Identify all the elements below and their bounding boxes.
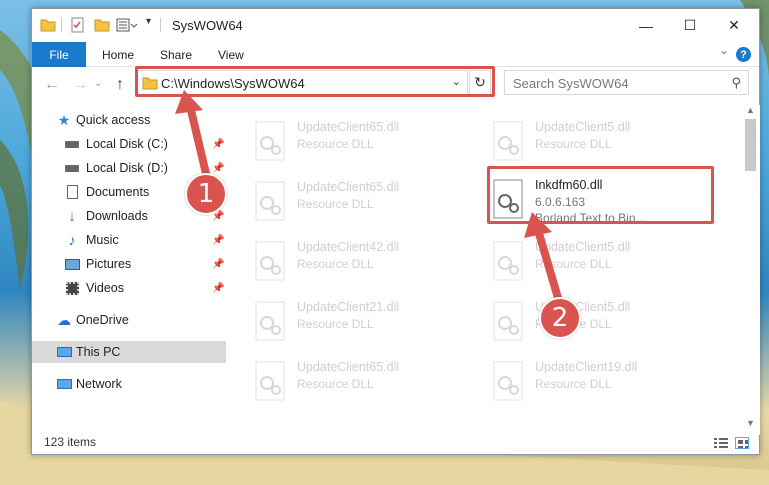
dll-file-icon: [255, 301, 285, 341]
step-badge-2: 2: [539, 297, 581, 339]
file-item[interactable]: UpdateClient21.dll Resource DLL: [253, 297, 483, 347]
sidebar-item-label: Local Disk (D:): [86, 161, 168, 175]
step-badge-1: 1: [185, 173, 227, 215]
recent-dropdown-icon[interactable]: ⌄: [94, 78, 102, 89]
sidebar-item-label: Pictures: [86, 257, 132, 271]
drive-icon: [64, 137, 80, 151]
file-name: UpdateClient42.dll: [297, 240, 400, 254]
file-type: Resource DLL: [535, 377, 612, 391]
search-input[interactable]: Search SysWOW64 ⚲: [504, 70, 749, 95]
search-icon: ⚲: [731, 75, 741, 90]
status-bar: 123 items: [32, 431, 759, 455]
tab-file[interactable]: File: [32, 42, 86, 67]
sidebar-item-onedrive[interactable]: ☁ OneDrive: [32, 309, 226, 331]
sidebar-item-label: Music: [86, 233, 119, 247]
dll-file-icon: [255, 121, 285, 161]
maximize-button[interactable]: ☐: [668, 9, 712, 42]
qa-dropdown-icon[interactable]: ▾: [146, 16, 151, 27]
file-name: UpdateClient19.dll: [535, 360, 638, 374]
dll-file-icon: [255, 361, 285, 401]
star-icon: ★: [57, 111, 71, 128]
details-view-icon[interactable]: [714, 437, 728, 449]
dll-file-icon: [255, 241, 285, 281]
tiles-view-icon[interactable]: [735, 437, 749, 449]
sidebar-item-music[interactable]: ♪ Music 📌: [32, 229, 226, 251]
dll-file-icon: [255, 181, 285, 221]
dll-file-icon: [493, 361, 523, 401]
music-icon: ♪: [68, 232, 76, 248]
file-item[interactable]: UpdateClient65.dll Resource DLL: [253, 177, 483, 227]
new-folder-icon[interactable]: [94, 17, 110, 33]
pin-icon[interactable]: 📌: [212, 283, 224, 294]
pin-icon[interactable]: 📌: [212, 259, 224, 270]
file-name: UpdateClient65.dll: [297, 360, 400, 374]
file-name: UpdateClient65.dll: [297, 180, 400, 194]
sidebar-item-this-pc[interactable]: This PC: [32, 341, 226, 363]
close-button[interactable]: ✕: [712, 9, 756, 42]
drive-icon: [64, 161, 80, 175]
file-type: Resource DLL: [297, 377, 374, 391]
file-type: Resource DLL: [297, 137, 374, 151]
back-arrow-icon[interactable]: ←: [44, 76, 60, 94]
file-type: Resource DLL: [297, 197, 374, 211]
file-item[interactable]: UpdateClient65.dll Resource DLL: [253, 117, 483, 167]
vertical-scrollbar[interactable]: ▲ ▼: [742, 105, 760, 435]
cloud-icon: ☁: [57, 311, 71, 328]
pin-icon[interactable]: 📌: [212, 235, 224, 246]
tab-home[interactable]: Home: [102, 48, 134, 62]
item-count: 123 items: [44, 435, 97, 449]
forward-arrow-icon[interactable]: →: [72, 76, 88, 94]
ribbon: File Home Share View ⌄ ?: [32, 42, 759, 67]
network-icon: [56, 377, 72, 391]
divider: [160, 18, 161, 32]
file-name: UpdateClient65.dll: [297, 120, 400, 134]
sidebar-item-videos[interactable]: Videos 📌: [32, 277, 226, 299]
scrollbar-thumb[interactable]: [745, 119, 756, 171]
divider: [61, 18, 62, 32]
videos-icon: [64, 281, 80, 295]
sidebar-item-label: Network: [76, 377, 122, 391]
help-icon[interactable]: ?: [736, 47, 751, 62]
window-title: SysWOW64: [172, 18, 243, 33]
file-item[interactable]: UpdateClient5.dll Resource DLL: [491, 117, 721, 167]
file-name: UpdateClient5.dll: [535, 120, 631, 134]
properties-icon[interactable]: [70, 17, 86, 33]
file-item[interactable]: UpdateClient42.dll Resource DLL: [253, 237, 483, 287]
minimize-button[interactable]: —: [624, 9, 668, 42]
annotation-arrow-2: [524, 212, 562, 300]
title-bar: ▾ SysWOW64 — ☐ ✕: [32, 9, 759, 42]
file-item[interactable]: UpdateClient19.dll Resource DLL: [491, 357, 721, 407]
file-name: UpdateClient21.dll: [297, 300, 400, 314]
sidebar-item-network[interactable]: Network: [32, 373, 226, 395]
tab-view[interactable]: View: [218, 48, 244, 62]
search-placeholder: Search SysWOW64: [513, 76, 629, 91]
file-type: Resource DLL: [535, 137, 612, 151]
documents-icon: [64, 185, 80, 199]
file-item[interactable]: UpdateClient65.dll Resource DLL: [253, 357, 483, 407]
file-type: Resource DLL: [297, 317, 374, 331]
sidebar-item-label: Documents: [86, 185, 150, 199]
customize-toolbar-icon[interactable]: [116, 17, 138, 33]
dll-file-icon: [493, 121, 523, 161]
sidebar-item-label: Quick access: [76, 113, 151, 127]
sidebar-item-pictures[interactable]: Pictures 📌: [32, 253, 226, 275]
scroll-down-icon[interactable]: ▼: [746, 418, 755, 428]
up-arrow-icon[interactable]: ↑: [116, 76, 124, 94]
sidebar-item-label: This PC: [76, 345, 121, 359]
folder-icon: [40, 19, 56, 32]
file-type: Resource DLL: [297, 257, 374, 271]
sidebar-item-label: Downloads: [86, 209, 148, 223]
tab-share[interactable]: Share: [160, 48, 192, 62]
expand-ribbon-icon[interactable]: ⌄: [719, 43, 729, 57]
computer-icon: [56, 345, 72, 359]
file-list: UpdateClient65.dll Resource DLL UpdateCl…: [228, 105, 748, 417]
sidebar-item-label: Videos: [86, 281, 124, 295]
sidebar-item-label: Local Disk (C:): [86, 137, 168, 151]
sidebar-item-label: OneDrive: [76, 313, 129, 327]
scroll-up-icon[interactable]: ▲: [746, 105, 755, 115]
download-icon: ↓: [68, 207, 76, 225]
pictures-icon: [64, 257, 80, 271]
